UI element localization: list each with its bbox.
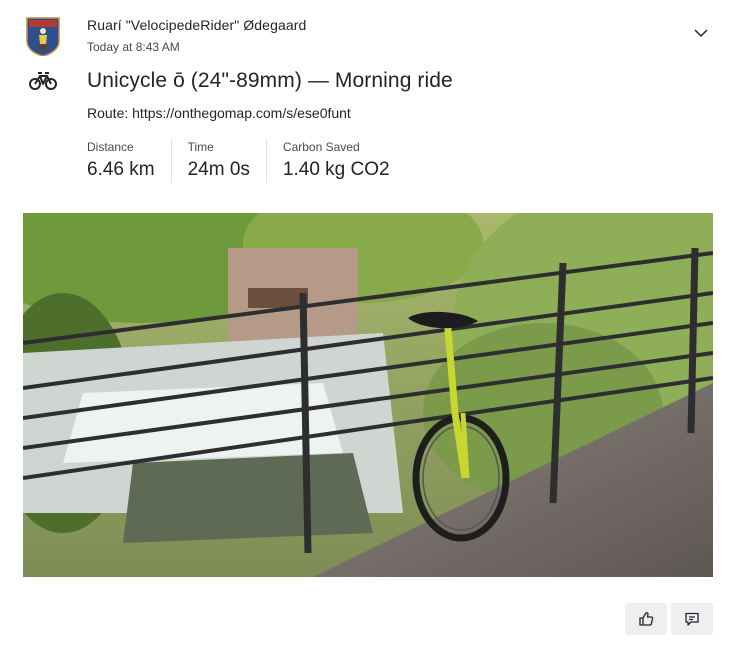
stat-time: Time 24m 0s (188, 140, 267, 183)
kudos-button[interactable] (625, 603, 667, 635)
stat-label: Distance (87, 140, 134, 154)
stat-value: 6.46 km (87, 159, 155, 180)
comment-button[interactable] (671, 603, 713, 635)
athlete-name[interactable]: Ruarí "VelocipedeRider" Ødegaard (87, 17, 306, 33)
activity-photo[interactable] (23, 213, 713, 577)
stat-label: Time (187, 140, 214, 154)
route-description: Route: https://onthegomap.com/s/ese0funt (87, 105, 351, 121)
stat-value: 24m 0s (187, 159, 250, 180)
activity-stats: Distance 6.46 km Time 24m 0s Carbon Save… (87, 140, 422, 183)
activity-timestamp: Today at 8:43 AM (87, 40, 180, 54)
stat-value: 1.40 kg CO2 (282, 159, 390, 180)
athlete-avatar[interactable] (25, 17, 61, 56)
bicycle-icon (29, 72, 57, 90)
activity-title[interactable]: Unicycle ō (24"-89mm) — Morning ride (87, 69, 453, 93)
stat-distance: Distance 6.46 km (87, 140, 172, 183)
chevron-down-icon (694, 28, 708, 37)
comment-icon (685, 612, 699, 626)
options-menu-button[interactable] (690, 23, 712, 43)
unicycle-on-bridge-photo (23, 213, 713, 577)
thumbs-up-icon (639, 612, 654, 626)
stat-label: Carbon Saved (282, 140, 360, 154)
stat-carbon-saved: Carbon Saved 1.40 kg CO2 (283, 140, 406, 183)
